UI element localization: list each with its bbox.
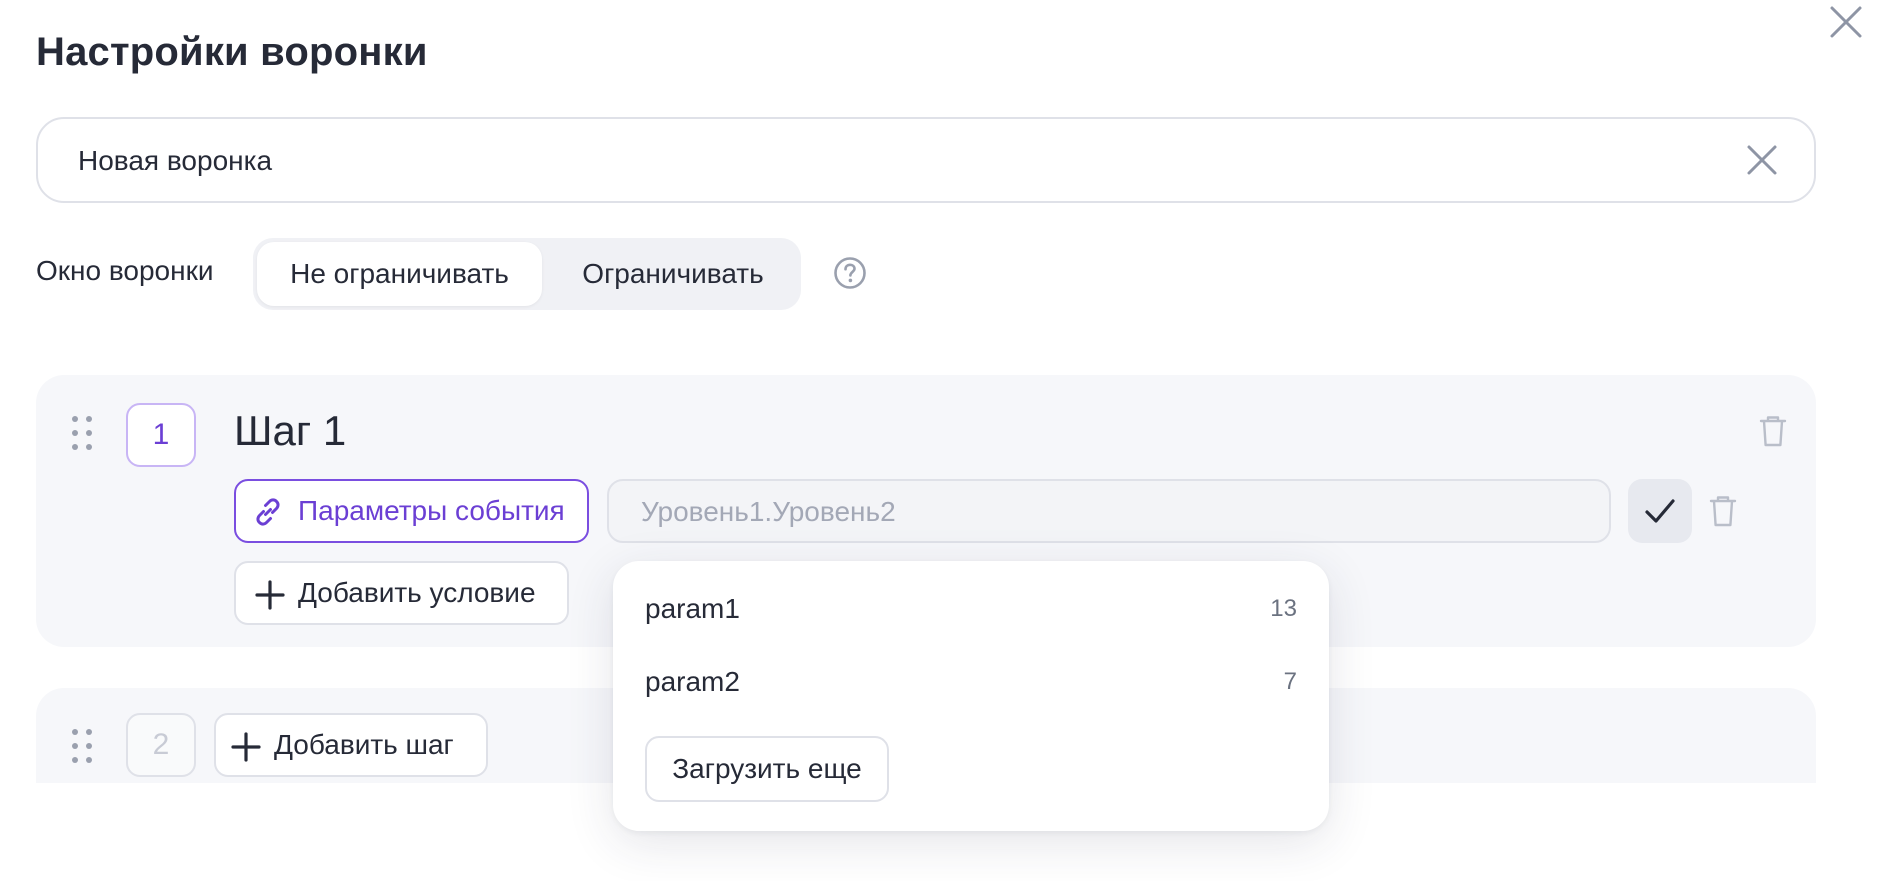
drag-handle-icon[interactable] [72, 729, 96, 763]
add-condition-label: Добавить условие [298, 577, 536, 608]
plus-icon [231, 732, 261, 762]
step-number-badge: 1 [126, 403, 196, 467]
trash-icon[interactable] [1758, 413, 1788, 449]
add-step-label: Добавить шаг [274, 729, 454, 760]
load-more-button[interactable]: Загрузить еще [645, 736, 889, 802]
funnel-window-label: Окно воронки [36, 255, 214, 286]
suggestion-count: 7 [1283, 668, 1297, 695]
link-icon [256, 498, 280, 526]
add-condition-button[interactable]: Добавить условие [234, 561, 569, 625]
window-option-unlimited[interactable]: Не ограничивать [257, 242, 542, 306]
confirm-condition-button[interactable] [1628, 479, 1692, 543]
trash-icon[interactable] [1708, 493, 1738, 529]
funnel-name-input[interactable] [76, 119, 1680, 203]
param-suggestions-dropdown: param1 13 param2 7 Загрузить еще [613, 561, 1329, 831]
add-step-button[interactable]: Добавить шаг [214, 713, 488, 777]
suggestion-item[interactable]: param2 7 [645, 654, 1297, 710]
param-path-input[interactable] [639, 481, 1583, 543]
drag-handle-icon[interactable] [72, 416, 96, 450]
suggestion-count: 13 [1270, 595, 1297, 622]
funnel-name-field[interactable] [36, 117, 1816, 203]
question-circle-icon[interactable] [833, 256, 867, 290]
suggestion-name: param1 [645, 593, 740, 624]
event-params-label: Параметры события [298, 495, 565, 526]
event-params-button[interactable]: Параметры события [234, 479, 589, 543]
step-title[interactable]: Шаг 1 [234, 407, 346, 455]
suggestion-item[interactable]: param1 13 [645, 581, 1297, 637]
clear-icon[interactable] [1741, 139, 1783, 181]
step-number-badge: 2 [126, 713, 196, 777]
suggestion-name: param2 [645, 666, 740, 697]
window-option-limited[interactable]: Ограничивать [553, 242, 793, 306]
modal-title: Настройки воронки [36, 30, 428, 74]
check-icon [1645, 499, 1675, 523]
close-icon[interactable] [1823, 0, 1867, 44]
funnel-window-toggle: Не ограничивать Ограничивать [253, 238, 801, 310]
param-path-field[interactable] [607, 479, 1611, 543]
plus-icon [255, 580, 285, 610]
